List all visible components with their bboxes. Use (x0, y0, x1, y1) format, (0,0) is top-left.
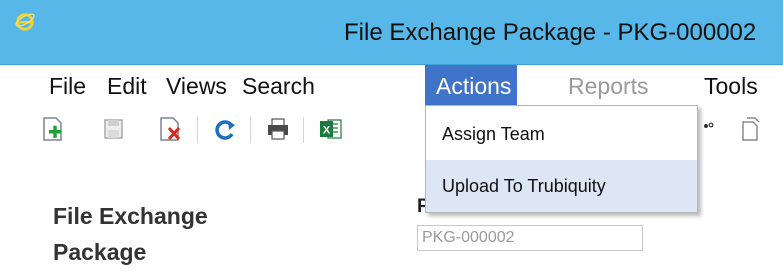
menu-tools[interactable]: Tools (697, 65, 765, 105)
menu-reports: Reports (568, 73, 649, 99)
menu-edit[interactable]: Edit (100, 65, 154, 105)
menu-item-upload-to-trubiquity[interactable]: Upload To Trubiquity (426, 160, 697, 212)
print-icon[interactable] (263, 113, 293, 145)
window-title: File Exchange Package - PKG-000002 (344, 19, 757, 46)
actions-dropdown-menu: Assign Team Upload To Trubiquity (425, 105, 698, 213)
save-icon[interactable] (98, 113, 128, 145)
toolbar-separator (250, 117, 251, 143)
refresh-icon[interactable] (210, 113, 240, 145)
svg-text:X: X (323, 125, 331, 137)
menu-actions[interactable]: Actions (425, 65, 517, 105)
menu-item-assign-team[interactable]: Assign Team (426, 108, 697, 160)
new-document-icon[interactable] (37, 113, 67, 145)
menu-file[interactable]: File (42, 65, 93, 105)
workflow-icon[interactable] (694, 113, 724, 145)
menu-views[interactable]: Views (159, 65, 234, 105)
internet-explorer-icon (15, 13, 35, 31)
excel-export-icon[interactable]: X (316, 113, 346, 145)
title-bar[interactable]: File Exchange Package - PKG-000002 (0, 0, 783, 65)
page-title: File Exchange Package (53, 203, 208, 265)
toolbar-separator (197, 117, 198, 143)
menu-bar: File Edit Views Search Actions Reports T… (0, 65, 783, 105)
menu-search[interactable]: Search (235, 65, 322, 105)
package-id-field[interactable] (417, 225, 643, 251)
copy-document-icon[interactable] (734, 113, 764, 145)
toolbar-separator (303, 117, 304, 143)
delete-document-icon[interactable] (155, 113, 185, 145)
